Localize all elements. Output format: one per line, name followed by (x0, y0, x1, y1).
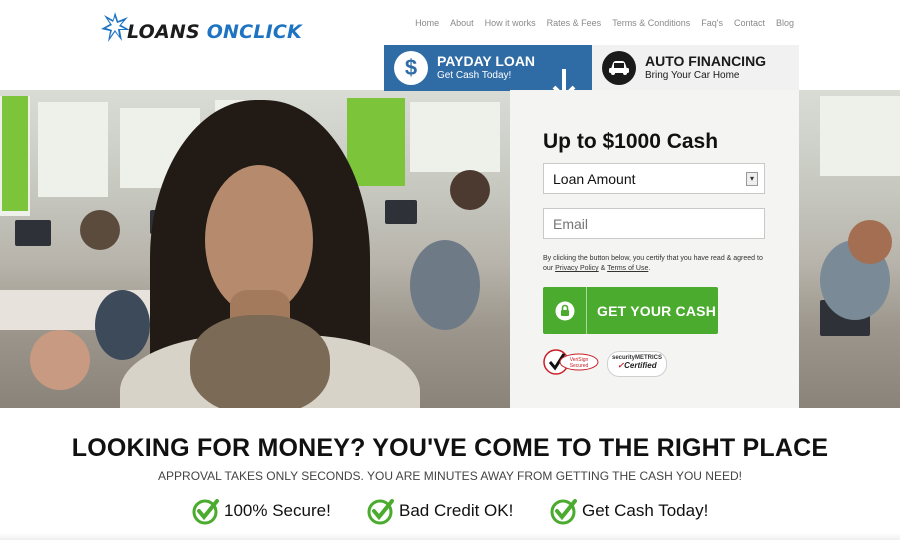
privacy-policy-link[interactable]: Privacy Policy (555, 265, 599, 272)
dropdown-arrow-icon[interactable]: ▾ (746, 172, 758, 186)
nav-contact[interactable]: Contact (734, 18, 765, 28)
nav-how-it-works[interactable]: How it works (485, 18, 536, 28)
legal-amp: & (600, 265, 606, 272)
form-title: Up to $1000 Cash (543, 130, 719, 153)
tab-auto-subtitle: Bring Your Car Home (645, 70, 740, 81)
nav-faqs[interactable]: Faq's (701, 18, 723, 28)
loan-amount-select[interactable]: Loan Amount ▾ (543, 163, 765, 194)
nav-rates-fees[interactable]: Rates & Fees (547, 18, 602, 28)
tab-auto-financing[interactable]: AUTO FINANCING Bring Your Car Home (592, 45, 799, 91)
securitymetrics-certified-badge: securityMETRICS ✓Certified (607, 351, 667, 377)
feature-text: 100% Secure! (224, 501, 331, 520)
lock-icon (543, 287, 587, 334)
tab-payday-subtitle: Get Cash Today! (437, 70, 512, 81)
loan-amount-selected: Loan Amount (553, 171, 636, 187)
check-circle-icon (550, 499, 577, 525)
check-circle-icon (367, 499, 394, 525)
feature-cash-today: Get Cash Today! (550, 497, 708, 525)
loan-form: Up to $1000 Cash Loan Amount ▾ By clicki… (510, 90, 799, 408)
feature-text: Get Cash Today! (582, 501, 709, 520)
dollar-icon: $ (394, 51, 428, 85)
check-circle-icon (192, 499, 219, 525)
tab-payday-title: PAYDAY LOAN (437, 53, 536, 69)
nav-home[interactable]: Home (415, 18, 439, 28)
top-nav: Home About How it works Rates & Fees Ter… (415, 18, 794, 28)
get-your-cash-button[interactable]: GET YOUR CASH (543, 287, 718, 334)
metrics-line2: ✓Certified (617, 361, 657, 370)
feature-text: Bad Credit OK! (399, 501, 514, 520)
sub-headline: APPROVAL TAKES ONLY SECONDS. YOU ARE MIN… (158, 469, 742, 483)
nav-terms[interactable]: Terms & Conditions (612, 18, 690, 28)
feature-bad-credit: Bad Credit OK! (367, 497, 513, 525)
page: LOANS ONCLICK Home About How it works Ra… (0, 0, 900, 540)
bottom-divider (0, 533, 900, 540)
get-your-cash-label: GET YOUR CASH (597, 302, 717, 319)
logo-loans: LOANS (127, 21, 200, 43)
legal-text: By clicking the button below, you certif… (543, 254, 768, 274)
nav-about[interactable]: About (450, 18, 474, 28)
tab-auto-title: AUTO FINANCING (645, 53, 767, 69)
nav-blog[interactable]: Blog (776, 18, 794, 28)
legal-suffix: . (648, 265, 651, 272)
verisign-secured-badge: VeriSign Secured (543, 349, 599, 375)
email-input[interactable] (543, 208, 765, 239)
logo-text: LOANS ONCLICK (127, 21, 302, 43)
main-headline: LOOKING FOR MONEY? YOU'VE COME TO THE RI… (71, 434, 829, 462)
logo-onclick: ONCLICK (206, 21, 302, 43)
car-icon (602, 51, 636, 85)
svg-text:Secured: Secured (570, 363, 589, 369)
feature-secure: 100% Secure! (192, 497, 331, 525)
terms-of-use-link[interactable]: Terms of Use (607, 265, 648, 272)
